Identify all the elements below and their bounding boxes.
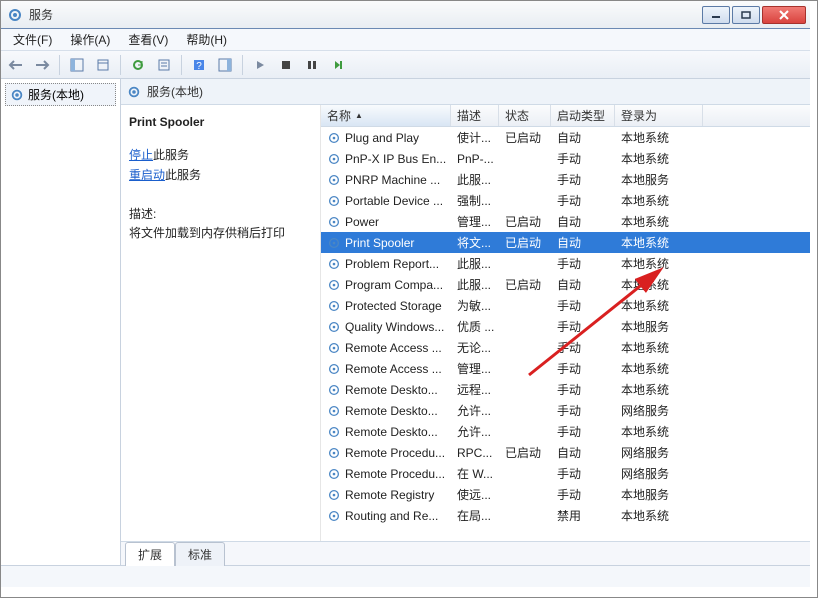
- gear-icon: [327, 425, 341, 439]
- help-button[interactable]: ?: [188, 54, 210, 76]
- toolbar: ?: [1, 51, 810, 79]
- gear-icon: [327, 467, 341, 481]
- table-row[interactable]: Quality Windows...优质 ...手动本地服务: [321, 316, 810, 337]
- minimize-button[interactable]: [702, 6, 730, 24]
- pause-service-button[interactable]: [301, 54, 323, 76]
- menu-action[interactable]: 操作(A): [62, 29, 118, 50]
- table-row[interactable]: Remote Deskto...允许...手动本地系统: [321, 421, 810, 442]
- gear-icon: [7, 7, 23, 23]
- table-header: 名称▲ 描述 状态 启动类型 登录为: [321, 105, 810, 127]
- gear-icon: [327, 131, 341, 145]
- stop-service-button[interactable]: [275, 54, 297, 76]
- table-row[interactable]: Remote Procedu...RPC...已启动自动网络服务: [321, 442, 810, 463]
- start-service-button[interactable]: [249, 54, 271, 76]
- table-row[interactable]: Program Compa...此服...已启动自动本地系统: [321, 274, 810, 295]
- sort-asc-icon: ▲: [355, 111, 363, 120]
- table-body[interactable]: Plug and Play使计...已启动自动本地系统PnP-X IP Bus …: [321, 127, 810, 541]
- gear-icon: [327, 509, 341, 523]
- table-row[interactable]: Remote Access ...无论...手动本地系统: [321, 337, 810, 358]
- forward-button[interactable]: [31, 54, 53, 76]
- statusbar: [1, 565, 810, 587]
- gear-icon: [327, 278, 341, 292]
- table-row[interactable]: Power管理...已启动自动本地系统: [321, 211, 810, 232]
- table-row[interactable]: PNRP Machine ...此服...手动本地服务: [321, 169, 810, 190]
- window-title: 服务: [29, 6, 702, 23]
- description-text: 将文件加载到内存供稍后打印: [129, 224, 312, 241]
- table-row[interactable]: Remote Deskto...远程...手动本地系统: [321, 379, 810, 400]
- properties-button[interactable]: [153, 54, 175, 76]
- tree-root-services[interactable]: 服务(本地): [5, 83, 116, 106]
- stop-link[interactable]: 停止: [129, 148, 153, 162]
- menu-help[interactable]: 帮助(H): [178, 29, 235, 50]
- gear-icon: [327, 173, 341, 187]
- col-logon[interactable]: 登录为: [615, 105, 703, 126]
- maximize-button[interactable]: [732, 6, 760, 24]
- table-row[interactable]: Print Spooler将文...已启动自动本地系统: [321, 232, 810, 253]
- restart-link[interactable]: 重启动: [129, 168, 165, 182]
- col-status[interactable]: 状态: [499, 105, 551, 126]
- description-label: 描述:: [129, 205, 312, 222]
- tree-root-label: 服务(本地): [28, 86, 84, 103]
- gear-icon: [327, 194, 341, 208]
- col-startup[interactable]: 启动类型: [551, 105, 615, 126]
- gear-icon: [327, 362, 341, 376]
- col-name[interactable]: 名称▲: [321, 105, 451, 126]
- gear-icon: [327, 488, 341, 502]
- svg-text:?: ?: [196, 61, 202, 72]
- tab-standard[interactable]: 标准: [175, 542, 225, 566]
- gear-icon: [327, 404, 341, 418]
- table-row[interactable]: Remote Registry使远...手动本地服务: [321, 484, 810, 505]
- restart-tail: 此服务: [165, 168, 201, 182]
- gear-icon: [127, 85, 141, 99]
- table-row[interactable]: PnP-X IP Bus En...PnP-...手动本地系统: [321, 148, 810, 169]
- gear-icon: [327, 341, 341, 355]
- table-row[interactable]: Remote Deskto...允许...手动网络服务: [321, 400, 810, 421]
- table-row[interactable]: Remote Access ...管理...手动本地系统: [321, 358, 810, 379]
- gear-icon: [327, 299, 341, 313]
- services-table: 名称▲ 描述 状态 启动类型 登录为 Plug and Play使计...已启动…: [321, 105, 810, 541]
- tree-pane: 服务(本地): [1, 79, 121, 565]
- detail-column: Print Spooler 停止此服务 重启动此服务 描述: 将文件加载到内存供…: [121, 105, 321, 541]
- action-pane-button[interactable]: [214, 54, 236, 76]
- close-button[interactable]: [762, 6, 806, 24]
- services-pane: 服务(本地) Print Spooler 停止此服务 重启动此服务 描述: 将文…: [121, 79, 810, 565]
- col-desc[interactable]: 描述: [451, 105, 499, 126]
- gear-icon: [10, 88, 24, 102]
- refresh-button[interactable]: [127, 54, 149, 76]
- menu-view[interactable]: 查看(V): [120, 29, 176, 50]
- gear-icon: [327, 383, 341, 397]
- back-button[interactable]: [5, 54, 27, 76]
- export-list-button[interactable]: [92, 54, 114, 76]
- restart-service-button[interactable]: [327, 54, 349, 76]
- gear-icon: [327, 236, 341, 250]
- tab-extended[interactable]: 扩展: [125, 542, 175, 566]
- table-row[interactable]: Remote Procedu...在 W...手动网络服务: [321, 463, 810, 484]
- menubar: 文件(F) 操作(A) 查看(V) 帮助(H): [1, 29, 810, 51]
- table-row[interactable]: Plug and Play使计...已启动自动本地系统: [321, 127, 810, 148]
- table-row[interactable]: Portable Device ...强制...手动本地系统: [321, 190, 810, 211]
- table-row[interactable]: Routing and Re...在局...禁用本地系统: [321, 505, 810, 526]
- services-window: 服务 文件(F) 操作(A) 查看(V) 帮助(H) ?: [1, 1, 810, 589]
- selected-service-name: Print Spooler: [129, 115, 312, 129]
- tabs: 扩展 标准: [121, 541, 810, 565]
- gear-icon: [327, 320, 341, 334]
- stop-tail: 此服务: [153, 148, 189, 162]
- gear-icon: [327, 446, 341, 460]
- gear-icon: [327, 152, 341, 166]
- titlebar[interactable]: 服务: [1, 1, 810, 29]
- gear-icon: [327, 257, 341, 271]
- pane-header-label: 服务(本地): [147, 83, 203, 100]
- menu-file[interactable]: 文件(F): [5, 29, 60, 50]
- gear-icon: [327, 215, 341, 229]
- show-hide-tree-button[interactable]: [66, 54, 88, 76]
- table-row[interactable]: Problem Report...此服...手动本地系统: [321, 253, 810, 274]
- table-row[interactable]: Protected Storage为敏...手动本地系统: [321, 295, 810, 316]
- pane-header: 服务(本地): [121, 79, 810, 105]
